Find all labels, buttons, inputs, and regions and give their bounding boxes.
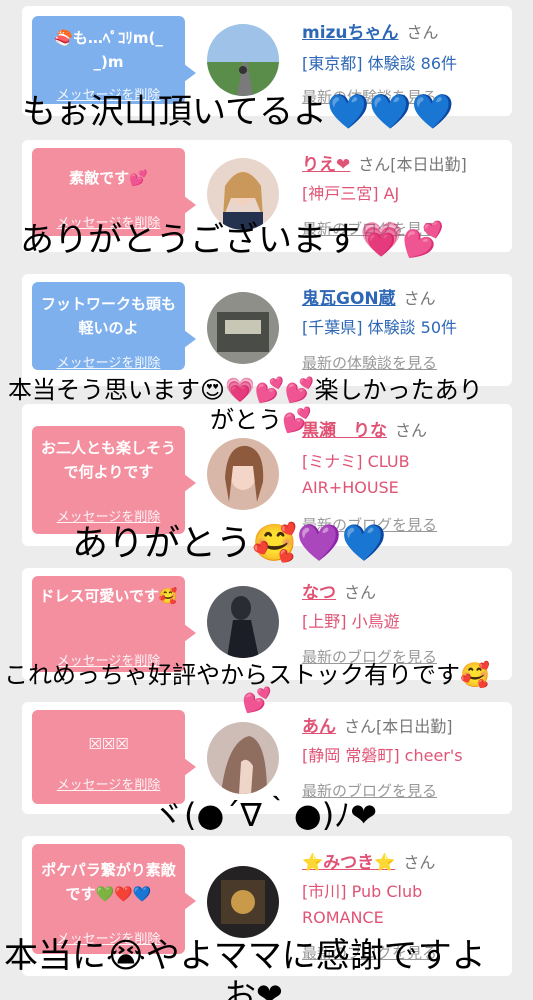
user-name-link[interactable]: ⭐みつき⭐ bbox=[302, 853, 395, 873]
message-text: 素敵です💕 bbox=[69, 169, 148, 187]
user-detail[interactable]: [静岡 常磐町] cheer's bbox=[302, 743, 512, 769]
caption-text: ヾ(●´∇｀●)ﾉ❤ bbox=[152, 796, 378, 834]
message-text: 🍣も…ﾍﾟｺﾘm(_ _)m bbox=[54, 29, 163, 71]
user-info: なつ さん [上野] 小鳥遊 bbox=[302, 578, 512, 635]
caption-text: ありがとうございます💗💕 bbox=[20, 220, 445, 260]
user-name-link[interactable]: あん bbox=[302, 717, 336, 737]
user-name-link[interactable]: mizuちゃん bbox=[302, 23, 399, 43]
message-text: ポケパラ繋がり素敵です💚❤️💙 bbox=[41, 861, 176, 903]
honorific: さん[本日出勤] bbox=[344, 717, 453, 736]
honorific: さん bbox=[344, 583, 377, 602]
user-detail[interactable]: [神戸三宮] AJ bbox=[302, 181, 512, 207]
avatar[interactable] bbox=[207, 586, 279, 658]
user-detail[interactable]: [ミナミ] CLUB bbox=[302, 449, 512, 475]
user-info: 黒瀬 りな さん [ミナミ] CLUB AIR+HOUSE bbox=[302, 416, 512, 501]
avatar[interactable] bbox=[207, 292, 279, 364]
caption-text: これめっちゃ好評やからストック有りです🥰 bbox=[4, 661, 490, 689]
honorific: さん bbox=[403, 289, 436, 308]
caption-text: 💕 bbox=[242, 686, 272, 714]
message-text: ☒☒☒ bbox=[88, 735, 129, 753]
user-name-link[interactable]: 黒瀬 りな bbox=[302, 421, 387, 441]
user-info: 鬼瓦GON蔵 さん [千葉県] 体験談 50件 bbox=[302, 284, 512, 341]
user-detail[interactable]: [上野] 小鳥遊 bbox=[302, 609, 512, 635]
user-detail[interactable]: [市川] Pub Club bbox=[302, 879, 512, 905]
user-detail[interactable]: [東京都] 体験談 86件 bbox=[302, 51, 512, 77]
avatar[interactable] bbox=[207, 438, 279, 510]
message-text: お二人とも楽しそうで何よりです bbox=[40, 439, 176, 481]
user-name-link[interactable]: 鬼瓦GON蔵 bbox=[302, 289, 396, 309]
message-text: フットワークも頭も軽いのよ bbox=[40, 295, 176, 337]
honorific: さん[本日出勤] bbox=[358, 155, 467, 174]
caption-text: ありがとう🥰💜💙 bbox=[72, 523, 387, 564]
message-bubble: フットワークも頭も軽いのよ メッセージを削除 bbox=[32, 282, 196, 371]
user-info: あん さん[本日出勤] [静岡 常磐町] cheer's bbox=[302, 712, 512, 769]
user-info: mizuちゃん さん [東京都] 体験談 86件 bbox=[302, 18, 512, 77]
user-name-link[interactable]: りえ❤ bbox=[302, 155, 350, 175]
avatar[interactable] bbox=[207, 722, 279, 794]
honorific: さん bbox=[395, 421, 428, 440]
user-detail[interactable]: [千葉県] 体験談 50件 bbox=[302, 315, 512, 341]
user-info: ⭐みつき⭐ さん [市川] Pub Club ROMANCE bbox=[302, 848, 512, 931]
user-detail[interactable]: AIR+HOUSE bbox=[302, 475, 512, 501]
caption-text: がとう💕 bbox=[210, 406, 312, 434]
caption-text: もぉ沢山頂いてるよ💙💙💙 bbox=[22, 92, 454, 132]
message-text: ドレス可愛いです🥰 bbox=[39, 587, 178, 605]
delete-message-link[interactable]: メッセージを削除 bbox=[32, 352, 185, 371]
caption-text: お❤ bbox=[224, 976, 283, 1000]
user-name-link[interactable]: なつ bbox=[302, 583, 336, 603]
user-info: りえ❤ さん[本日出勤] [神戸三宮] AJ bbox=[302, 150, 512, 207]
honorific: さん bbox=[406, 23, 439, 42]
honorific: さん bbox=[403, 853, 436, 872]
